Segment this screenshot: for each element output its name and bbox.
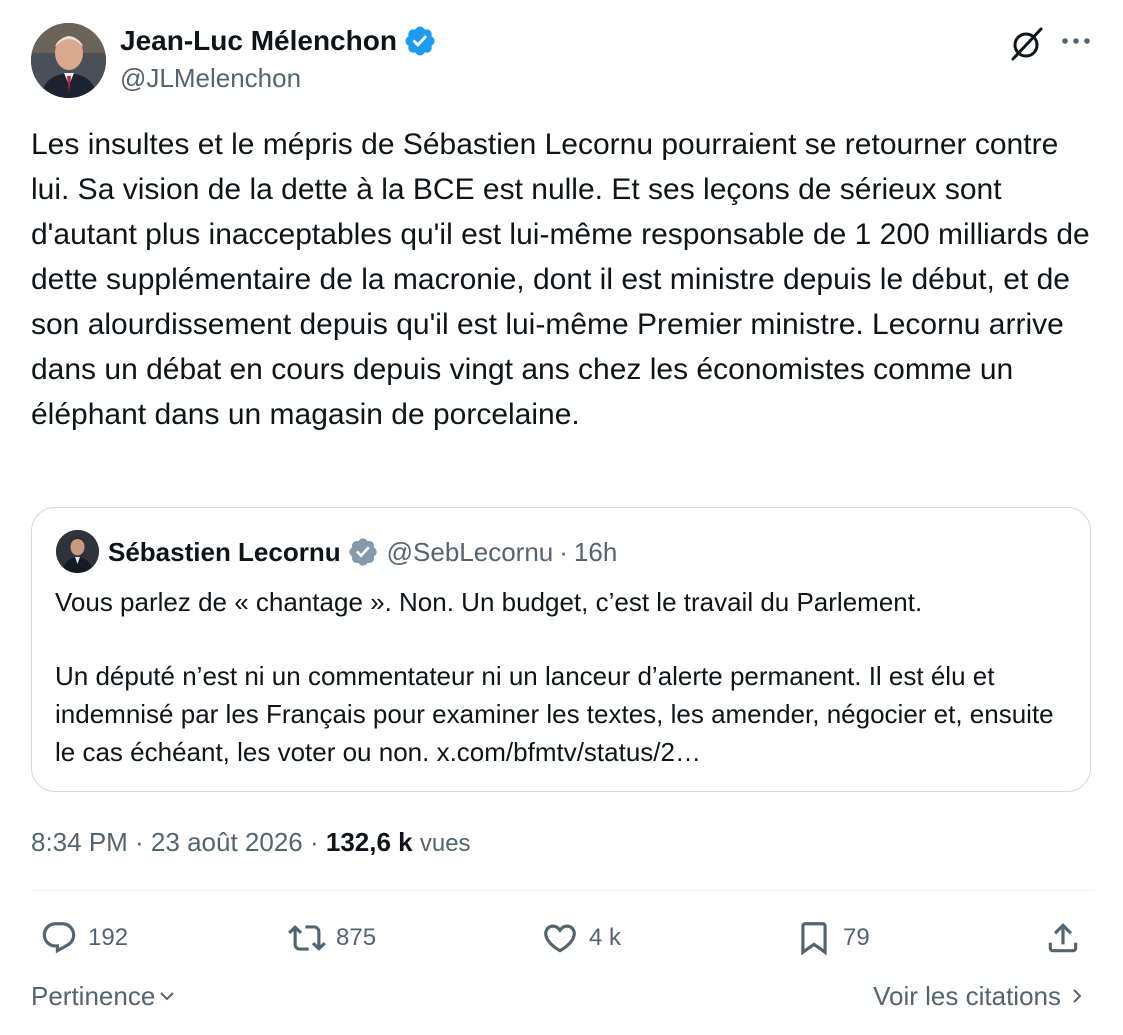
- verified-badge-icon: [405, 26, 435, 56]
- tweet-text: Les insultes et le mépris de Sébastien L…: [31, 128, 1090, 431]
- author-name[interactable]: Jean-Luc Mélenchon: [120, 24, 397, 58]
- verified-badge-icon: [348, 538, 377, 566]
- more-icon[interactable]: [1058, 25, 1094, 59]
- views-count: 132,6 k: [325, 827, 413, 857]
- share-button[interactable]: [1044, 915, 1092, 961]
- share-icon: [1048, 923, 1078, 953]
- bookmark-icon: [801, 922, 827, 956]
- chevron-down-icon: [160, 992, 175, 1001]
- reply-button[interactable]: 192: [40, 915, 128, 961]
- repost-button[interactable]: 875: [288, 915, 376, 961]
- views-label: vues: [419, 830, 471, 857]
- sort-label: Pertinence: [31, 981, 156, 1011]
- chevron-right-icon: [1073, 989, 1082, 1003]
- view-quotes-link[interactable]: Voir les citations: [873, 978, 1087, 1014]
- tweet-timestamp[interactable]: 8:34 PM · 23 août 2026 ·: [31, 827, 326, 857]
- like-count: 4 k: [589, 924, 622, 951]
- repost-icon: [288, 925, 326, 951]
- quoted-header: Sébastien Lecornu @SebLecornu · 16h: [108, 534, 617, 570]
- quoted-separator: ·: [559, 536, 568, 567]
- reply-count: 192: [88, 924, 129, 951]
- quoted-paragraph-1: Vous parlez de « chantage ». Non. Un bud…: [55, 587, 923, 617]
- quoted-paragraph-2: Un député n’est ni un commentateur ni un…: [55, 661, 1054, 767]
- tweet-meta: 8:34 PM · 23 août 2026 · 132,6 k vues: [31, 822, 471, 864]
- divider: [31, 890, 1094, 891]
- quoted-author-name[interactable]: Sébastien Lecornu: [108, 537, 341, 568]
- repost-count: 875: [336, 924, 377, 951]
- author-name-row[interactable]: Jean-Luc Mélenchon: [120, 24, 437, 58]
- quoted-author-handle[interactable]: @SebLecornu: [387, 537, 554, 568]
- quoted-tweet-text: Vous parlez de « chantage ». Non. Un bud…: [55, 583, 1075, 771]
- quoted-author-avatar[interactable]: [56, 530, 99, 573]
- heart-icon: [544, 924, 576, 953]
- grok-icon[interactable]: [1006, 24, 1046, 64]
- like-button[interactable]: 4 k: [541, 915, 621, 961]
- sort-dropdown[interactable]: Pertinence: [31, 978, 177, 1014]
- author-handle[interactable]: @JLMelenchon: [120, 62, 301, 94]
- bookmark-button[interactable]: 79: [795, 915, 870, 961]
- bookmark-count: 79: [843, 924, 870, 951]
- author-avatar[interactable]: [31, 23, 106, 98]
- view-quotes-label: Voir les citations: [873, 981, 1061, 1011]
- reply-icon: [42, 922, 76, 954]
- quoted-timestamp[interactable]: 16h: [574, 537, 617, 568]
